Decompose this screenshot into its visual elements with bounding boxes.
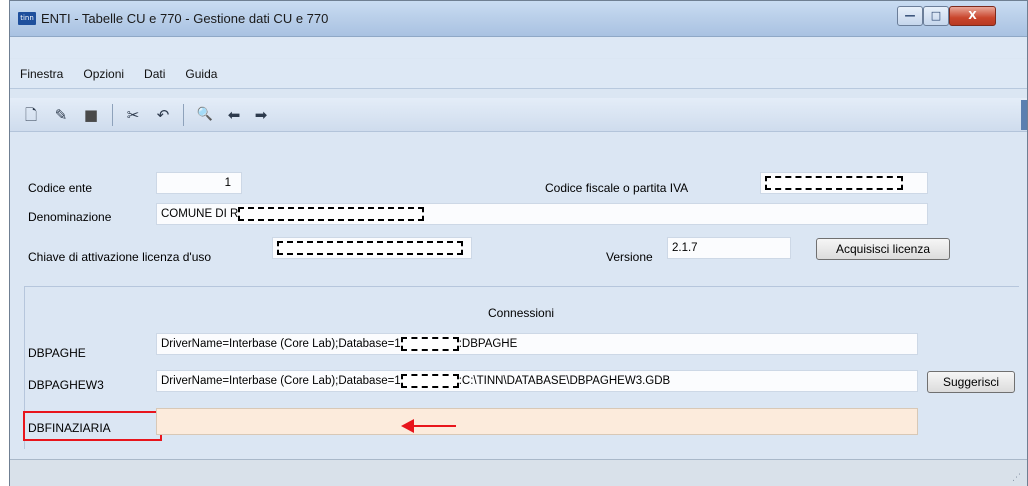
status-bar: ⋰ bbox=[10, 459, 1027, 486]
versione-input[interactable]: 2.1.7 bbox=[667, 237, 791, 259]
toolbar-overflow-handle[interactable] bbox=[1021, 100, 1027, 130]
codice-fiscale-label: Codice fiscale o partita IVA bbox=[545, 181, 689, 195]
title-bar: tinn ENTI - Tabelle CU e 770 - Gestione … bbox=[10, 1, 1027, 37]
toolbar: 🗋 ✎ ■ ✂ ↶ 🔍 ⬅ ➡ bbox=[10, 98, 1027, 132]
redaction-box bbox=[765, 175, 903, 190]
new-document-icon[interactable]: 🗋 bbox=[20, 105, 42, 125]
app-logo-icon: tinn bbox=[18, 12, 36, 25]
codice-ente-input[interactable]: 1 bbox=[156, 172, 242, 194]
denominazione-value: COMUNE DI R bbox=[161, 208, 239, 220]
redaction-box bbox=[400, 336, 459, 351]
codice-ente-label: Codice ente bbox=[28, 181, 93, 195]
dbpaghe-input[interactable]: DriverName=Interbase (Core Lab);Database… bbox=[156, 333, 918, 355]
menu-finestra[interactable]: Finestra bbox=[20, 67, 63, 81]
forward-arrow-icon[interactable]: ➡ bbox=[250, 105, 272, 125]
annotation-highlight-box bbox=[23, 411, 162, 441]
annotation-arrow bbox=[410, 425, 456, 427]
dbpaghe-suffix: :DBPAGHE bbox=[458, 338, 518, 350]
toolbar-separator bbox=[112, 104, 113, 126]
stop-icon[interactable]: ■ bbox=[80, 105, 102, 125]
resize-grip-icon[interactable]: ⋰ bbox=[1012, 473, 1021, 483]
denominazione-input[interactable]: COMUNE DI R bbox=[156, 203, 928, 225]
dbpaghew3-label: DBPAGHEW3 bbox=[28, 378, 104, 392]
dbpaghew3-suffix: :C:\TINN\DATABASE\DBPAGHEW3.GDB bbox=[458, 375, 671, 387]
dbpaghew3-input[interactable]: DriverName=Interbase (Core Lab);Database… bbox=[156, 370, 918, 392]
denominazione-label: Denominazione bbox=[28, 210, 112, 224]
dbpaghew3-prefix: DriverName=Interbase (Core Lab);Database… bbox=[161, 375, 401, 387]
connections-title: Connessioni bbox=[488, 306, 555, 320]
chiave-input[interactable] bbox=[272, 237, 472, 259]
dbfinaziaria-input[interactable] bbox=[156, 408, 918, 435]
dbpaghe-prefix: DriverName=Interbase (Core Lab);Database… bbox=[161, 338, 401, 350]
window-title: ENTI - Tabelle CU e 770 - Gestione dati … bbox=[41, 11, 329, 26]
toolbar-separator bbox=[183, 104, 184, 126]
codice-fiscale-input[interactable] bbox=[760, 172, 928, 194]
undo-icon[interactable]: ↶ bbox=[152, 105, 174, 125]
redaction-box bbox=[400, 373, 459, 388]
back-arrow-icon[interactable]: ⬅ bbox=[223, 105, 245, 125]
chiave-label: Chiave di attivazione licenza d'uso bbox=[28, 250, 212, 264]
acquisisci-licenza-button[interactable]: Acquisisci licenza bbox=[816, 238, 950, 260]
menu-opzioni[interactable]: Opzioni bbox=[83, 67, 124, 81]
cut-icon[interactable]: ✂ bbox=[122, 105, 144, 125]
menu-dati[interactable]: Dati bbox=[144, 67, 165, 81]
close-button[interactable]: X bbox=[949, 6, 996, 26]
menu-guida[interactable]: Guida bbox=[185, 67, 217, 81]
dbpaghe-label: DBPAGHE bbox=[28, 346, 86, 360]
redaction-box bbox=[238, 206, 425, 221]
menu-bar: Finestra Opzioni Dati Guida bbox=[10, 59, 1027, 89]
suggerisci-button[interactable]: Suggerisci bbox=[927, 371, 1015, 393]
app-window: tinn ENTI - Tabelle CU e 770 - Gestione … bbox=[9, 0, 1028, 486]
search-icon[interactable]: 🔍 bbox=[194, 105, 216, 125]
edit-icon[interactable]: ✎ bbox=[50, 105, 72, 125]
versione-label: Versione bbox=[606, 250, 653, 264]
minimize-button[interactable]: — bbox=[897, 6, 923, 26]
annotation-arrow-head bbox=[401, 419, 414, 433]
maximize-button[interactable]: □ bbox=[923, 6, 949, 26]
redaction-box bbox=[277, 240, 463, 255]
menu-bar-area bbox=[10, 37, 1027, 58]
